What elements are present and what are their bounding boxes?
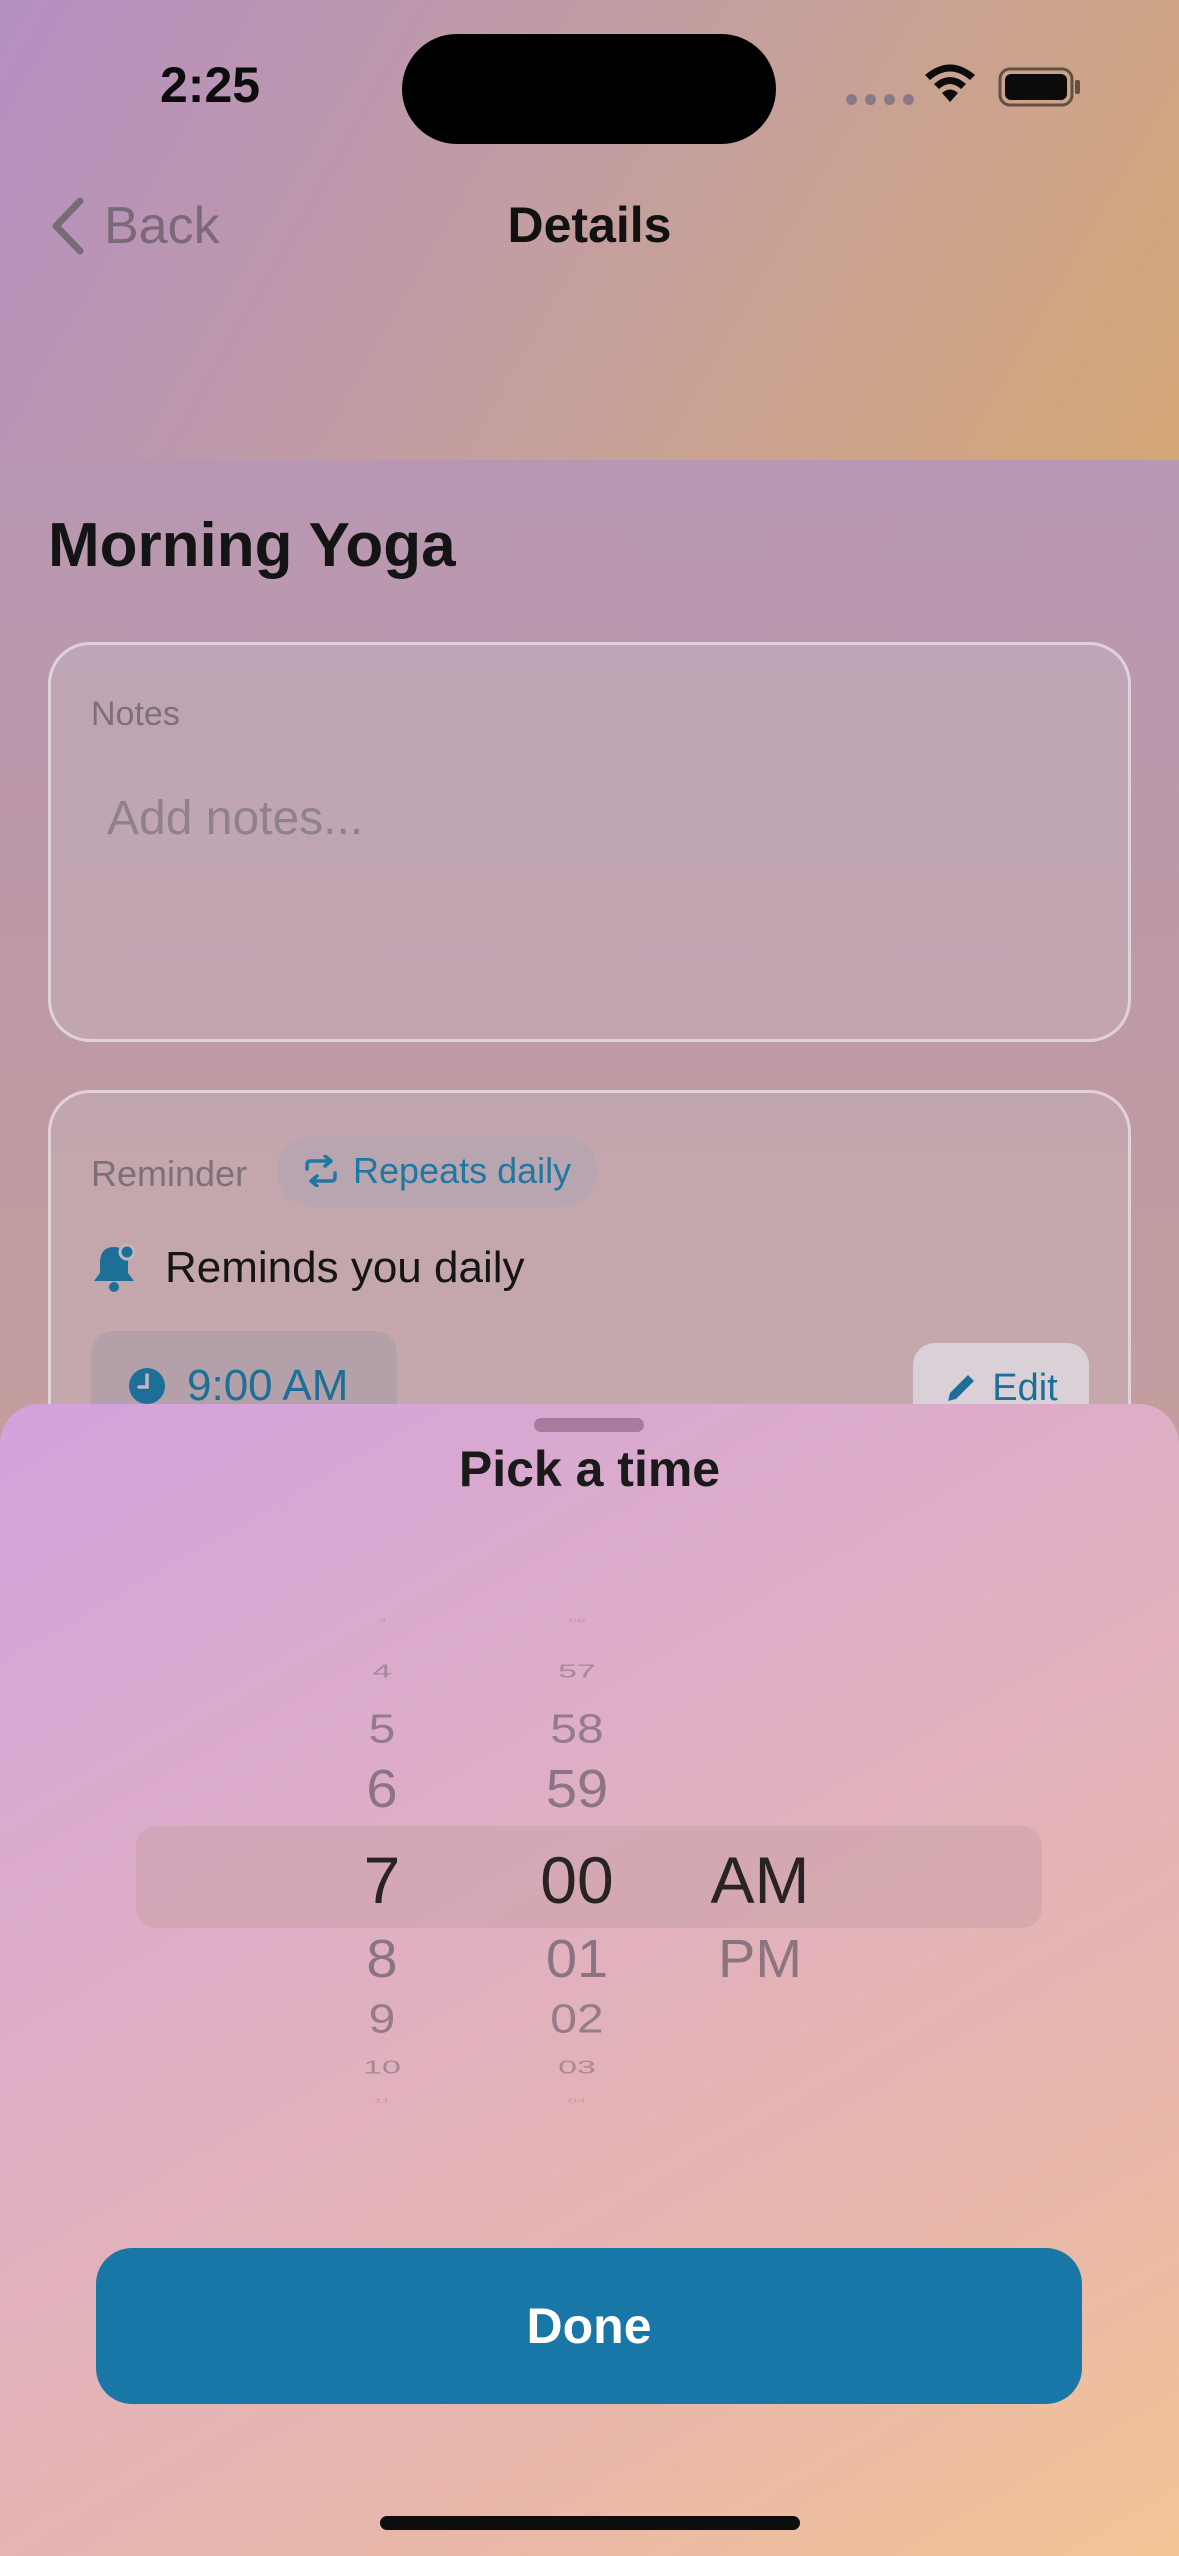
min-option[interactable]: 03 xyxy=(492,2057,662,2078)
hour-option[interactable]: 3 xyxy=(302,1618,462,1624)
repeat-chip[interactable]: Repeats daily xyxy=(277,1135,598,1207)
min-option[interactable]: 56 xyxy=(492,1618,662,1624)
repeat-icon xyxy=(305,1155,337,1187)
battery-icon xyxy=(998,67,1080,107)
min-option[interactable]: 02 xyxy=(492,1996,662,2043)
hour-option[interactable]: 8 xyxy=(302,1927,462,1989)
minute-wheel[interactable]: 56 57 58 59 00 01 02 03 04 xyxy=(492,1604,662,2144)
hour-option[interactable]: 7 xyxy=(302,1842,462,1918)
hour-option[interactable]: 4 xyxy=(302,1661,462,1682)
sheet-grabber[interactable] xyxy=(534,1418,644,1432)
wifi-icon xyxy=(925,64,975,102)
notes-label: Notes xyxy=(91,695,180,733)
pencil-icon xyxy=(948,1375,975,1401)
min-option[interactable]: 58 xyxy=(492,1706,662,1753)
hour-option[interactable]: 9 xyxy=(302,1996,462,2043)
done-button[interactable]: Done xyxy=(96,2248,1082,2404)
dynamic-island xyxy=(402,34,776,144)
reminder-label: Reminder xyxy=(91,1153,248,1194)
period-wheel[interactable]: AM PM xyxy=(684,1604,836,2144)
hour-option[interactable]: 5 xyxy=(302,1706,462,1753)
clock-icon xyxy=(129,1368,165,1404)
task-title: Morning Yoga xyxy=(48,511,456,580)
bell-icon xyxy=(94,1243,136,1292)
reminder-description-text: Reminds you daily xyxy=(165,1243,525,1292)
min-option[interactable]: 00 xyxy=(492,1842,662,1918)
min-option[interactable]: 59 xyxy=(492,1757,662,1819)
home-indicator xyxy=(380,2516,800,2530)
ampm-option[interactable]: PM xyxy=(684,1927,836,1989)
sheet-title: Pick a time xyxy=(458,1441,721,1497)
notes-card: Notes Add notes... xyxy=(48,642,1131,1042)
cellular-signal-icon xyxy=(846,94,914,105)
time-picker-sheet: Pick a time 3 4 5 6 7 8 9 10 11 56 57 58 59 00 01 02 03… xyxy=(0,1404,1179,2556)
hour-wheel[interactable]: 3 4 5 6 7 8 9 10 11 xyxy=(302,1604,462,2144)
repeat-chip-label: Repeats daily xyxy=(353,1150,572,1191)
reminder-description: Reminds you daily xyxy=(91,1243,525,1293)
time-picker: 3 4 5 6 7 8 9 10 11 56 57 58 59 00 01 02 03 04 AM PM xyxy=(0,1604,1179,2144)
hour-option[interactable]: 11 xyxy=(302,2098,462,2104)
nav-title: Details xyxy=(507,197,672,253)
ampm-option[interactable]: AM xyxy=(684,1842,836,1918)
hour-option[interactable]: 10 xyxy=(302,2057,462,2078)
status-time: 2:25 xyxy=(160,57,261,113)
hour-option[interactable]: 6 xyxy=(302,1757,462,1819)
min-option[interactable]: 01 xyxy=(492,1927,662,1989)
min-option[interactable]: 04 xyxy=(492,2098,662,2104)
notes-input[interactable]: Add notes... xyxy=(107,791,363,846)
min-option[interactable]: 57 xyxy=(492,1661,662,1682)
